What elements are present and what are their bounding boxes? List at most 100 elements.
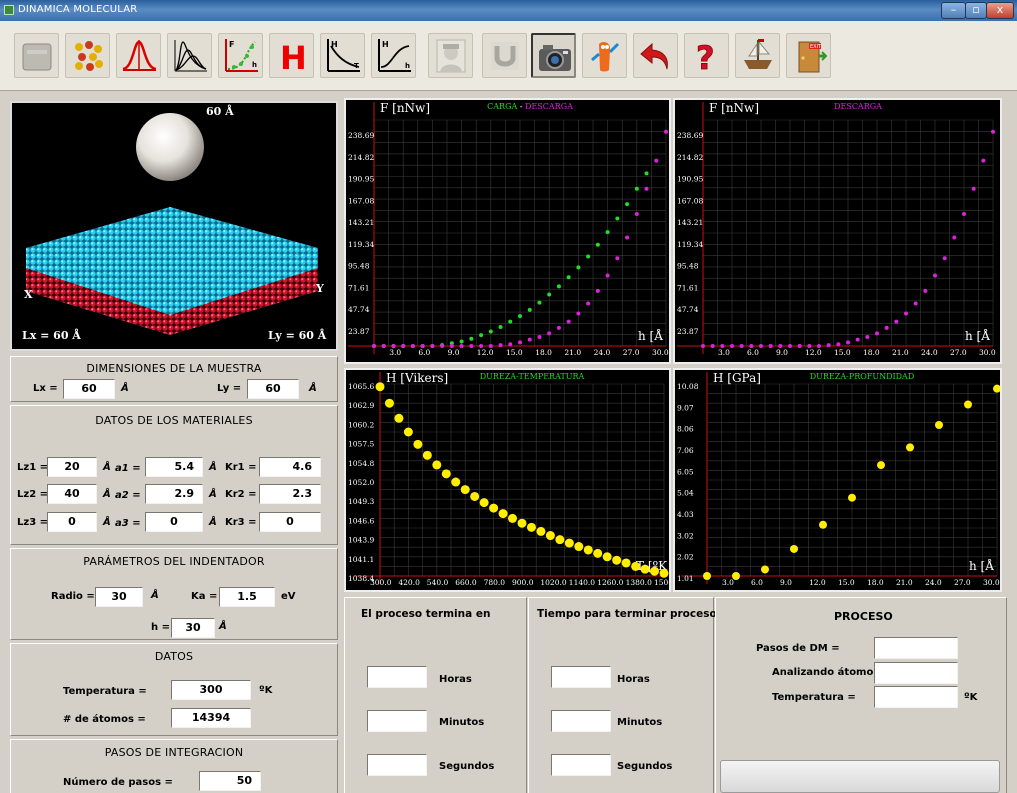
end-hours-field xyxy=(367,666,427,688)
y-tick-label: 1049.3 xyxy=(348,497,374,506)
a1-input[interactable]: 5.4 xyxy=(145,457,203,477)
analyzing-atom-field xyxy=(874,662,958,684)
hardness-depth-button[interactable]: Hh xyxy=(371,33,416,78)
y-tick-label: 47.74 xyxy=(348,305,370,314)
red-gaussian-icon xyxy=(122,40,157,71)
force-plot-button[interactable]: Fh xyxy=(218,33,263,78)
data-point xyxy=(664,129,668,134)
x-tick-label: 30.0 xyxy=(652,348,669,357)
data-point xyxy=(527,307,532,312)
data-point xyxy=(848,493,856,502)
magnet-button[interactable] xyxy=(482,33,527,78)
x-tick-label: 21.0 xyxy=(892,348,909,357)
force-indentation-plot-icon: Fh xyxy=(225,39,258,72)
data-point xyxy=(430,344,435,348)
a1-label: a1 = xyxy=(115,463,141,474)
data-point xyxy=(441,469,451,479)
sample-box-button[interactable] xyxy=(14,33,59,78)
a3-label: a3 = xyxy=(115,518,141,529)
data-point xyxy=(545,531,555,541)
data-point xyxy=(703,572,711,580)
dimensions-panel: DIMENSIONES DE LA MUESTRA Lx = 60 Å Ly =… xyxy=(10,356,338,402)
character-button[interactable] xyxy=(582,33,627,78)
hardness-temperature-button[interactable]: HT xyxy=(320,33,365,78)
lz3-input[interactable]: 0 xyxy=(47,512,97,532)
gaussian-button[interactable] xyxy=(116,33,161,78)
kr2-input[interactable]: 2.3 xyxy=(259,484,321,504)
atoms-button[interactable] xyxy=(65,33,110,78)
h-input[interactable]: 30 xyxy=(171,618,215,638)
lz2-label: Lz2 = xyxy=(17,489,49,500)
ka-input[interactable]: 1.5 xyxy=(219,587,275,607)
undo-button[interactable] xyxy=(633,33,678,78)
maximize-button[interactable]: ▫ xyxy=(965,2,987,19)
data-point xyxy=(372,344,376,348)
y-tick-label: 1057.5 xyxy=(348,440,374,449)
x-tick-label: 1500 xyxy=(654,578,669,587)
kr3-input[interactable]: 0 xyxy=(259,512,321,532)
svg-text:h: h xyxy=(405,62,410,70)
x-tick-label: 18.0 xyxy=(863,348,880,357)
minimize-button[interactable]: – xyxy=(941,2,966,19)
hardness-button[interactable]: H xyxy=(269,33,314,78)
exit-button[interactable]: EXIT xyxy=(786,33,831,78)
data-point xyxy=(971,186,976,191)
data-point xyxy=(537,334,542,339)
h-unit: Å xyxy=(219,621,227,632)
start-process-button[interactable] xyxy=(720,760,1000,793)
data-point xyxy=(778,344,783,348)
chart-svg: 10.08 9.07 8.06 7.06 6.05 5.04 4.03 3.02 2.02 1.0… xyxy=(677,371,1000,587)
kr1-label: Kr1 = xyxy=(225,462,257,473)
data-point xyxy=(650,566,660,576)
data-point xyxy=(625,235,630,240)
operator-button[interactable] xyxy=(428,33,473,78)
lz2-input[interactable]: 40 xyxy=(47,484,97,504)
data-point xyxy=(659,568,669,578)
camera-button[interactable] xyxy=(531,33,576,78)
data-point xyxy=(586,301,591,306)
lz3-label: Lz3 = xyxy=(17,517,49,528)
remaining-minutes-label: Minutos xyxy=(617,717,663,728)
x-tick-label: 3.0 xyxy=(389,348,401,357)
data-point xyxy=(962,212,966,217)
radio-input[interactable]: 30 xyxy=(95,587,143,607)
data-point xyxy=(605,273,610,278)
data-point xyxy=(498,325,503,330)
x-tick-label: 15.0 xyxy=(838,578,855,587)
end-minutes-field xyxy=(367,710,427,732)
data-point xyxy=(634,186,639,191)
x-tick-label: 21.0 xyxy=(896,578,913,587)
a3-input[interactable]: 0 xyxy=(145,512,203,532)
hardness-h-icon: H xyxy=(280,39,307,76)
end-hours-label: Horas xyxy=(439,674,472,685)
svg-text:EXIT: EXIT xyxy=(810,44,822,50)
data-point xyxy=(566,319,571,324)
y-tick-label: 95.48 xyxy=(348,262,370,271)
kr1-input[interactable]: 4.6 xyxy=(259,457,321,477)
ka-unit: eV xyxy=(281,591,296,602)
x-tick-label: 27.0 xyxy=(623,348,640,357)
lz1-input[interactable]: 20 xyxy=(47,457,97,477)
ship-icon xyxy=(744,39,772,69)
ly-input[interactable]: 60 xyxy=(247,379,299,399)
data-point xyxy=(605,230,610,235)
data-point xyxy=(826,343,831,348)
carga-descarga-chart: 238.69 214.82 190.95 167.08 143.21 119.34 95.4… xyxy=(344,98,671,364)
data-point xyxy=(564,538,574,548)
atoms-count-field: 14394 xyxy=(171,708,251,728)
y-tick-label: 1054.8 xyxy=(348,459,374,468)
distributions-button[interactable] xyxy=(167,33,212,78)
window-title: DINAMICA MOLECULAR xyxy=(18,4,138,15)
help-button[interactable]: ? xyxy=(684,33,729,78)
data-point xyxy=(401,344,406,348)
data-point xyxy=(517,518,527,528)
svg-text:H: H xyxy=(382,40,389,49)
close-button[interactable]: x xyxy=(986,2,1014,19)
datos-title: DATOS xyxy=(154,650,194,663)
data-point xyxy=(459,339,464,344)
steps-input[interactable]: 50 xyxy=(199,771,261,791)
a2-input[interactable]: 2.9 xyxy=(145,484,203,504)
temperature-input[interactable]: 300 xyxy=(171,680,251,700)
lx-input[interactable]: 60 xyxy=(63,379,115,399)
ship-button[interactable] xyxy=(735,33,780,78)
